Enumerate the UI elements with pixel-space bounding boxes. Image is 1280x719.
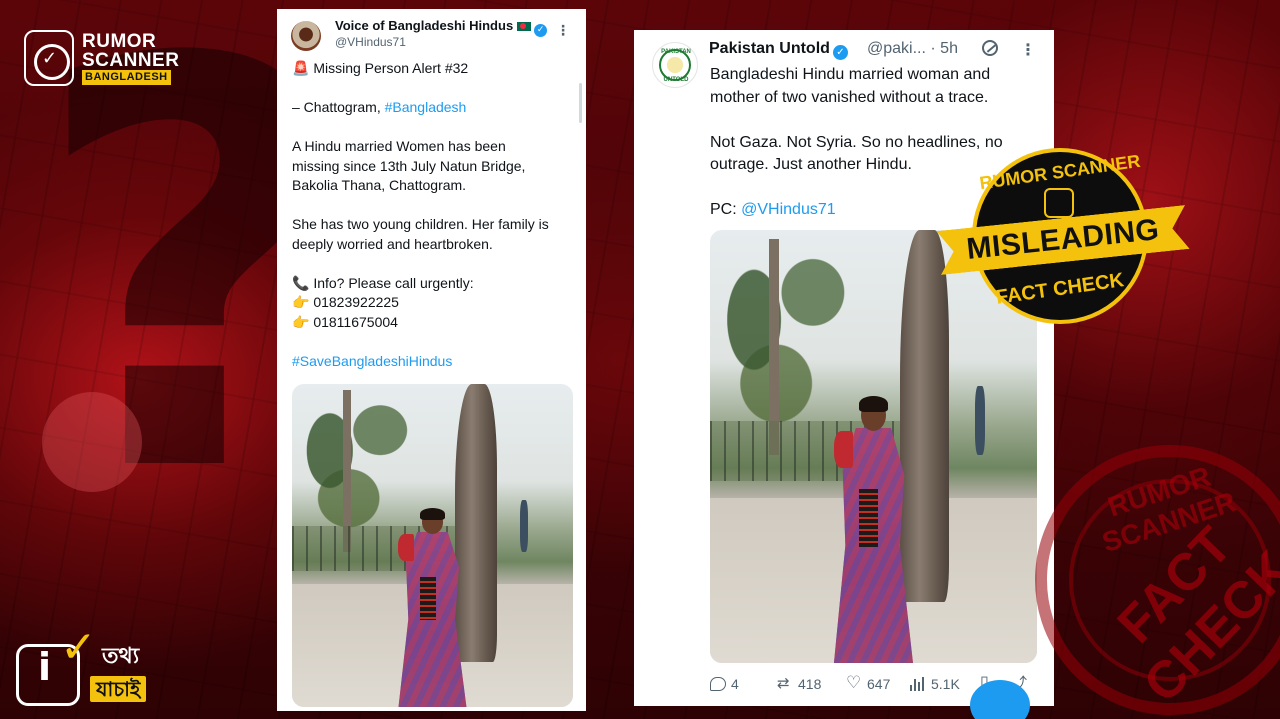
- tweet-line: She has two young children. Her family i…: [292, 216, 549, 232]
- tweet-line: #SaveBangladeshiHindus: [292, 352, 578, 372]
- hashtag-link[interactable]: #Bangladesh: [385, 99, 467, 115]
- more-options-icon[interactable]: ⋮: [1020, 40, 1036, 59]
- tweet-line: 📞 Info? Please call urgently:: [292, 274, 474, 291]
- retweet-icon: [777, 674, 793, 692]
- phone-check-icon: [24, 30, 74, 86]
- tweet-line: deeply worried and heartbroken.: [292, 235, 493, 252]
- brand-line-3: BANGLADESH: [82, 70, 171, 85]
- woman-figure: [388, 508, 478, 707]
- tweet-line: – Chattogram, #Bangladesh: [292, 99, 467, 115]
- bangladesh-flag-icon: [517, 22, 532, 31]
- avatar[interactable]: PAKISTAN UNTOLD: [652, 42, 698, 88]
- avatar[interactable]: [291, 21, 321, 51]
- heart-icon: [846, 673, 862, 693]
- tweet-line: missing since 13th July Natun Bridge,: [292, 157, 526, 174]
- tothyo-jachai-logo: i ✓ তথ্য যাচাই: [16, 626, 176, 712]
- author-handle[interactable]: @paki... · 5h: [867, 40, 958, 58]
- tweet-line: 🚨 Missing Person Alert #32: [292, 60, 469, 76]
- mention-link[interactable]: @VHindus71: [741, 201, 836, 218]
- grok-icon[interactable]: [982, 40, 998, 56]
- brand-line-1: RUMOR: [82, 31, 157, 52]
- like-button[interactable]: 647: [846, 673, 890, 693]
- rumor-scanner-logo: RUMOR SCANNER BANGLADESH: [24, 28, 184, 88]
- check-icon: ✓: [60, 622, 97, 673]
- reply-icon: [710, 677, 726, 691]
- tweet-text: 🚨 Missing Person Alert #32 – Chattogram,…: [292, 59, 578, 371]
- tweet-line: 👉 01811675004: [292, 313, 398, 330]
- views-icon: [910, 677, 926, 691]
- tweet-line: Bangladeshi Hindu married woman and: [710, 66, 991, 83]
- verified-badge-icon: ✓: [534, 24, 548, 37]
- author-name[interactable]: Pakistan Untold ✓: [709, 40, 848, 60]
- more-options-icon[interactable]: ⋮: [556, 23, 570, 39]
- tweet-line: mother of two vanished without a trace.: [710, 88, 989, 106]
- brand-line-2: SCANNER: [82, 50, 180, 71]
- logo-line-2: যাচাই: [90, 676, 147, 702]
- scrollbar[interactable]: [579, 83, 582, 123]
- misleading-verdict-stamp: RUMOR SCANNER MISLEADING FACT CHECK: [960, 148, 1140, 328]
- info-icon: i: [38, 645, 52, 689]
- author-handle[interactable]: @VHindus71: [335, 35, 406, 49]
- tweet-time: · 5h: [930, 40, 958, 57]
- tweet-photo[interactable]: [292, 384, 573, 707]
- question-mark-dot: [42, 392, 142, 492]
- tweet-line: Bakolia Thana, Chattogram.: [292, 177, 467, 193]
- woman-figure: [821, 396, 926, 663]
- retweet-button[interactable]: 418: [777, 674, 821, 692]
- hashtag-link[interactable]: #SaveBangladeshiHindus: [292, 353, 452, 369]
- reply-button[interactable]: 4: [710, 676, 739, 692]
- tweet-line: 👉 01823922225: [292, 294, 399, 310]
- verified-badge-icon: ✓: [832, 45, 848, 60]
- phone-check-icon: [1044, 188, 1074, 218]
- views-button[interactable]: 5.1K: [910, 676, 960, 692]
- tweet-line: A Hindu married Women has been: [292, 138, 506, 154]
- logo-line-1: তথ্য: [102, 644, 140, 669]
